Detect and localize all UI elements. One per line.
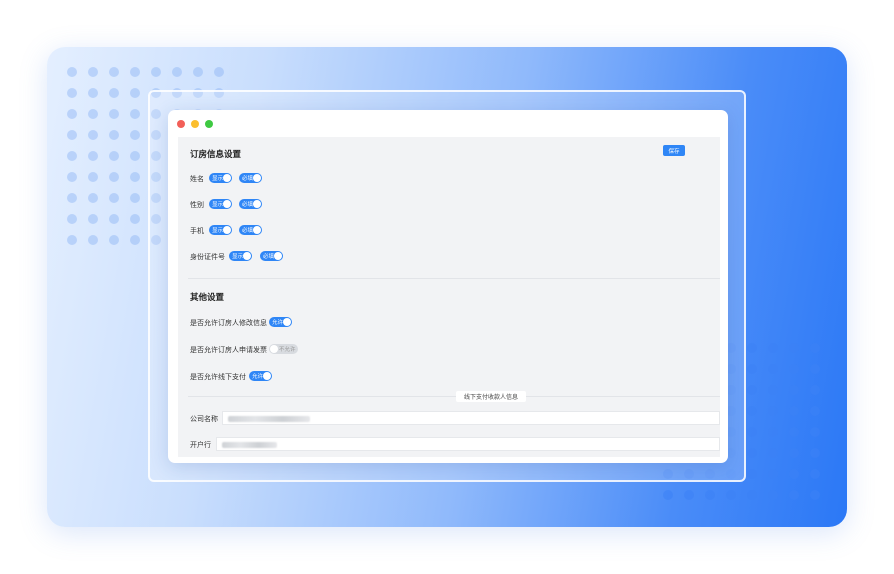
field-company-name: 公司名称 <box>190 411 720 425</box>
field-bank: 开户行 <box>190 437 720 451</box>
toggle-phone-required[interactable]: 必填 <box>239 225 262 235</box>
toggle-id-required[interactable]: 必填 <box>260 251 283 261</box>
toggle-id-show[interactable]: 显示 <box>229 251 252 261</box>
app-window: 订房信息设置 保存 姓名 显示 必填 性别 显示 必填 手机 显示 必填 身份证… <box>168 110 728 463</box>
toggle-gender-show[interactable]: 显示 <box>209 199 232 209</box>
booking-section-title: 订房信息设置 <box>190 150 242 160</box>
toggle-allow-invoice[interactable]: 不允许 <box>269 344 298 354</box>
offline-payment-header: 线下支付收款人信息 <box>456 391 527 402</box>
other-section-title: 其他设置 <box>190 293 225 303</box>
toggle-name-show[interactable]: 显示 <box>209 173 232 183</box>
window-titlebar <box>168 110 728 137</box>
row-label-gender: 性别 <box>190 201 204 209</box>
toggle-phone-show[interactable]: 显示 <box>209 225 232 235</box>
toggle-gender-required[interactable]: 必填 <box>239 199 262 209</box>
toggle-allow-offline-pay[interactable]: 允许 <box>249 371 272 381</box>
settings-panel: 订房信息设置 保存 姓名 显示 必填 性别 显示 必填 手机 显示 必填 身份证… <box>178 137 720 457</box>
row-label-allow-modify: 是否允许订房人修改信息 <box>190 319 267 327</box>
minimize-window-button[interactable] <box>191 120 199 128</box>
toggle-name-required[interactable]: 必填 <box>239 173 262 183</box>
maximize-window-button[interactable] <box>205 120 213 128</box>
row-label-allow-offline-pay: 是否允许线下支付 <box>190 373 246 381</box>
row-label-id-number: 身份证件号 <box>190 253 225 261</box>
row-label-phone: 手机 <box>190 227 204 235</box>
save-button[interactable]: 保存 <box>663 145 685 156</box>
field-label-company: 公司名称 <box>190 415 218 423</box>
row-label-allow-invoice: 是否允许订房人申请发票 <box>190 346 267 354</box>
redacted-value <box>222 442 277 448</box>
toggle-allow-modify[interactable]: 允许 <box>269 317 292 327</box>
company-name-input[interactable] <box>222 411 720 425</box>
field-label-bank: 开户行 <box>190 441 211 449</box>
bank-input[interactable] <box>216 437 720 451</box>
redacted-value <box>228 416 310 422</box>
row-label-name: 姓名 <box>190 175 204 183</box>
close-window-button[interactable] <box>177 120 185 128</box>
offline-divider <box>188 396 720 397</box>
section-divider <box>188 278 720 279</box>
